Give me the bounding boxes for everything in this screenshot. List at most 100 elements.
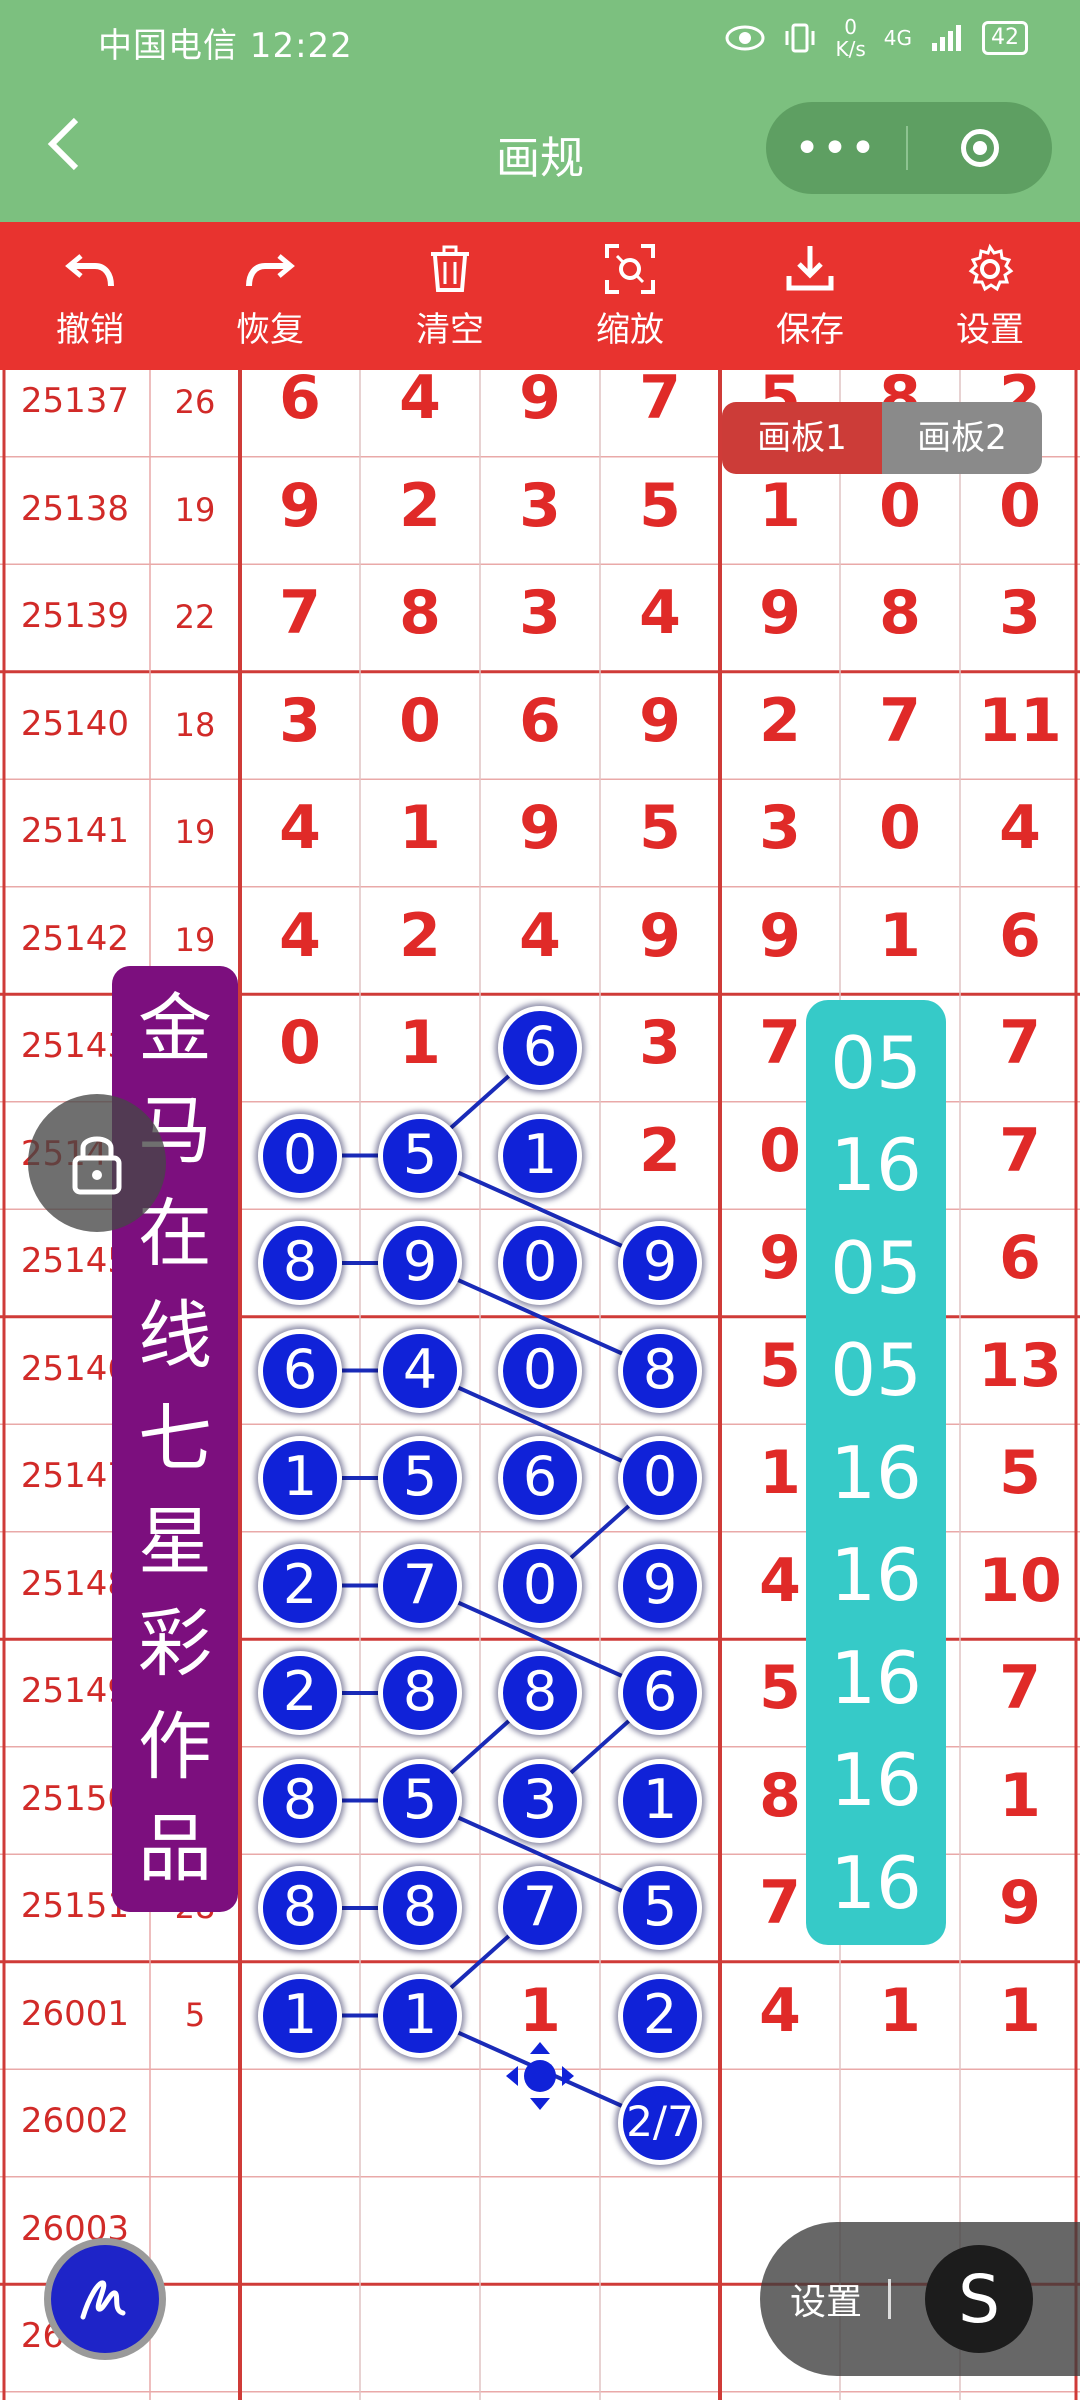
redo-icon <box>246 253 295 286</box>
draw-digit: 4 <box>279 900 321 971</box>
settings-float-panel: 设置 S <box>760 2222 1080 2376</box>
pair-value: 05 <box>830 1020 922 1105</box>
pen-icon <box>80 2280 126 2320</box>
draw-digit: 4 <box>999 793 1041 863</box>
issue-number: 26001 <box>20 1993 130 2034</box>
issue-number: 25137 <box>20 381 130 421</box>
banner-char: 星 <box>138 1498 212 1585</box>
undo-label: 撤销 <box>56 309 124 350</box>
settings-label: 设置 <box>956 309 1024 350</box>
board-tabs: 画板1 画板2 <box>722 402 1042 474</box>
draw-digit: 4 <box>639 578 681 648</box>
digit-sum: 26 <box>174 383 216 421</box>
issue-number: 25139 <box>20 596 130 636</box>
clear-button[interactable]: 清空 <box>360 222 540 370</box>
zoom-label: 缩放 <box>596 309 664 350</box>
more-button[interactable]: ••• <box>766 123 906 174</box>
status-icons: 0 K/s 4G 42 <box>725 16 1028 60</box>
draw-digit: 4 <box>519 900 561 971</box>
draw-digit: 6 <box>519 685 561 756</box>
digit-sum: 19 <box>174 490 216 529</box>
float-settings-label[interactable]: 设置 <box>790 2273 862 2325</box>
target-icon <box>961 129 999 167</box>
nav-bar: 画规 ••• <box>0 80 1080 222</box>
draw-digit: 4 <box>399 370 441 433</box>
download-icon <box>786 245 834 290</box>
eye-icon <box>725 25 765 51</box>
draw-digit: 0 <box>999 470 1041 541</box>
draw-digit: 10 <box>978 1545 1062 1616</box>
status-carrier-time: 中国电信 12:22 <box>98 26 353 66</box>
draw-digit: 8 <box>879 578 921 648</box>
draw-digit: 9 <box>519 793 561 863</box>
settings-button[interactable]: 设置 <box>900 222 1080 370</box>
draw-digit: 4 <box>759 1975 801 2046</box>
share-s-button[interactable]: S <box>925 2245 1034 2353</box>
issue-number: 25138 <box>20 488 130 529</box>
tab-board-2[interactable]: 画板2 <box>882 402 1042 474</box>
pair-value: 05 <box>830 1225 922 1310</box>
banner-char: 彩 <box>138 1601 212 1688</box>
draw-digit: 9 <box>639 900 681 971</box>
digit-sum: 22 <box>174 598 216 636</box>
draw-digit: 7 <box>279 578 321 648</box>
draw-digit: 6 <box>279 370 321 433</box>
draw-digit: 3 <box>999 578 1041 648</box>
draw-digit: 0 <box>879 793 921 863</box>
draw-digit: 9 <box>519 370 561 433</box>
draw-digit: 1 <box>879 900 921 971</box>
draw-digit: 5 <box>639 470 681 541</box>
draw-digit: 7 <box>879 685 921 756</box>
close-mini-program-button[interactable] <box>908 129 1052 167</box>
banner-char: 品 <box>138 1806 212 1893</box>
pen-tool-button[interactable] <box>44 2238 166 2360</box>
digit-sum: 18 <box>174 705 216 744</box>
save-button[interactable]: 保存 <box>720 222 900 370</box>
lock-button[interactable] <box>28 1094 166 1232</box>
draw-digit: 9 <box>639 685 681 756</box>
draw-digit: 4 <box>279 793 321 863</box>
redo-button[interactable]: 恢复 <box>180 222 360 370</box>
digit-sum: 5 <box>184 1995 206 2034</box>
draw-digit: 3 <box>639 1008 681 1078</box>
tab-board-1[interactable]: 画板1 <box>722 402 882 474</box>
draw-digit: 0 <box>879 470 921 541</box>
pair-value: 16 <box>830 1635 922 1720</box>
banner-char: 七 <box>138 1395 212 1482</box>
draw-digit: 7 <box>999 1653 1041 1723</box>
draw-digit: 0 <box>279 1008 321 1078</box>
redo-label: 恢复 <box>236 309 304 350</box>
draw-digit: 11 <box>978 685 1062 756</box>
draw-digit: 2 <box>639 1115 681 1186</box>
issue-number: 25140 <box>20 703 130 744</box>
draw-digit: 1 <box>399 1008 441 1078</box>
pair-value: 16 <box>830 1738 922 1822</box>
clear-label: 清空 <box>416 309 484 350</box>
issue-number: 25142 <box>20 918 130 959</box>
draw-digit: 1 <box>399 793 441 863</box>
draw-digit: 8 <box>399 578 441 648</box>
pair-value: 16 <box>830 1840 922 1925</box>
draw-digit: 9 <box>759 900 801 971</box>
undo-icon <box>65 253 114 286</box>
banner-char: 作 <box>138 1703 212 1790</box>
undo-button[interactable]: 撤销 <box>0 222 180 370</box>
draw-digit: 1 <box>879 1975 921 2046</box>
banner-char: 线 <box>138 1293 212 1380</box>
draw-digit: 3 <box>279 685 321 756</box>
trash-icon <box>431 245 469 292</box>
draw-digit: 5 <box>999 1438 1041 1508</box>
status-bar: 中国电信 12:22 0 K/s 4G 42 <box>0 0 1080 80</box>
draw-digit: 6 <box>999 900 1041 971</box>
draw-digit: 7 <box>999 1008 1041 1078</box>
zoom-button[interactable]: 缩放 <box>540 222 720 370</box>
number-pairs-panel: 05 16 05 05 16 16 16 16 16 <box>806 1000 946 1945</box>
pair-value: 16 <box>830 1430 922 1515</box>
issue-number: 25141 <box>20 811 130 851</box>
banner-char: 金 <box>138 985 212 1072</box>
draw-digit: 1 <box>999 1760 1041 1831</box>
draw-digit: 0 <box>399 685 441 756</box>
draw-digit: 13 <box>978 1330 1062 1401</box>
draw-digit: 1 <box>759 470 801 541</box>
draw-digit: 5 <box>639 793 681 863</box>
